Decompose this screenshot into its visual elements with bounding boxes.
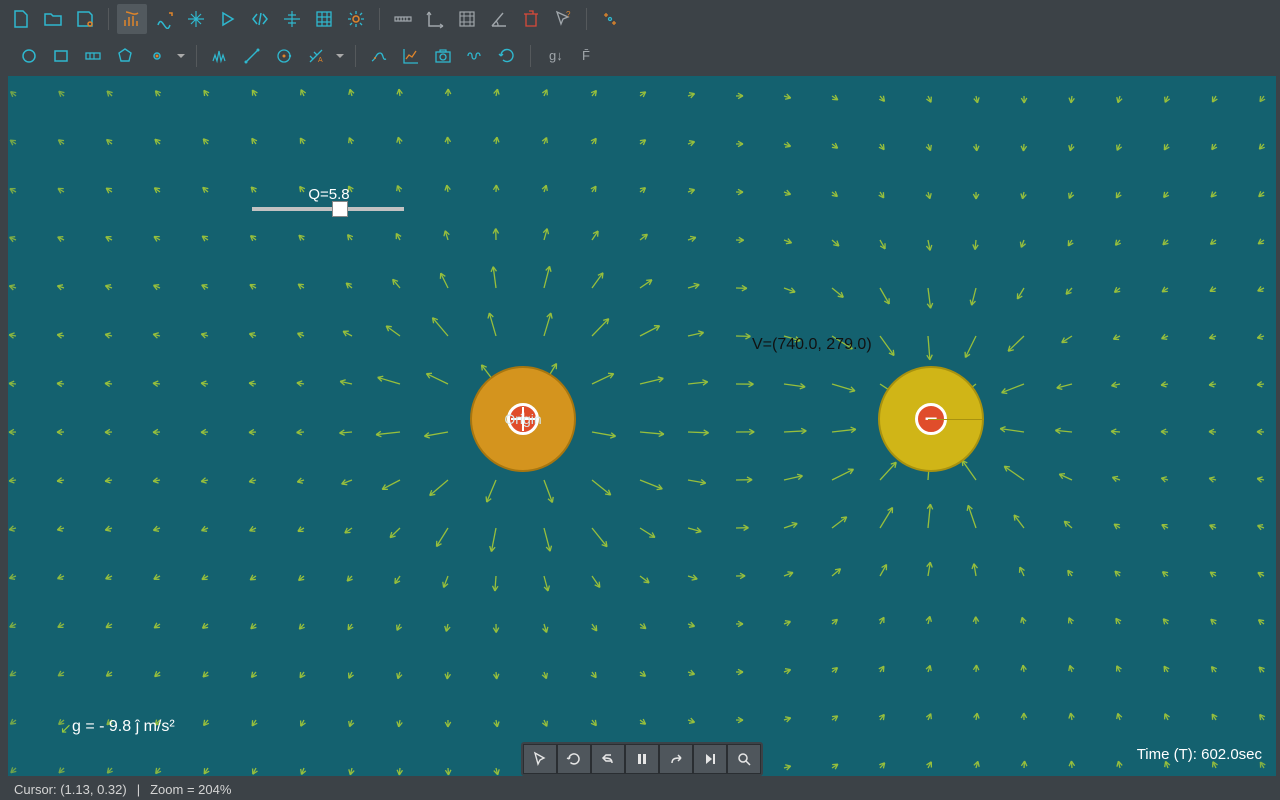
gravity-arrow-icon: ↙ — [60, 720, 72, 737]
camera-tool-icon[interactable] — [428, 41, 458, 71]
vector-field — [8, 76, 1276, 776]
orbit-tool-icon[interactable] — [269, 41, 299, 71]
trace-tool-icon[interactable] — [364, 41, 394, 71]
cursor-position: Cursor: (1.13, 0.32) — [14, 782, 127, 797]
rectangle-tool-icon[interactable] — [46, 41, 76, 71]
vector-field-icon[interactable] — [117, 4, 147, 34]
open-file-icon[interactable] — [38, 4, 68, 34]
rotate-tool-icon[interactable] — [492, 41, 522, 71]
pointer-help-icon[interactable]: ? — [548, 4, 578, 34]
save-file-icon[interactable] — [70, 4, 100, 34]
svg-text:F̄: F̄ — [582, 48, 590, 63]
redo-button[interactable] — [659, 744, 693, 774]
function-icon[interactable] — [149, 4, 179, 34]
slider-label: Q=5.8 — [254, 186, 404, 203]
axis-indicator — [928, 419, 984, 420]
reset-button[interactable] — [557, 744, 591, 774]
code-icon[interactable] — [245, 4, 275, 34]
undo-button[interactable] — [591, 744, 625, 774]
zoom-button[interactable] — [727, 744, 761, 774]
svg-text:A: A — [318, 57, 323, 64]
pointer-button[interactable] — [523, 744, 557, 774]
toolbar-main: ? — [0, 0, 1280, 38]
pause-button[interactable] — [625, 744, 659, 774]
effects-icon[interactable] — [595, 4, 625, 34]
alignment-icon[interactable] — [181, 4, 211, 34]
polygon-tool-icon[interactable] — [110, 41, 140, 71]
ruler-h-icon[interactable] — [388, 4, 418, 34]
force-f-icon[interactable]: F̄ — [571, 41, 601, 71]
gravity-g-icon[interactable]: g↓ — [539, 41, 569, 71]
dropdown-arrow-icon[interactable] — [174, 41, 188, 71]
toolbar-shapes: A g↓ F̄ — [0, 38, 1280, 74]
status-separator: | — [137, 782, 140, 797]
separator — [196, 45, 197, 67]
step-forward-button[interactable] — [693, 744, 727, 774]
play-icon[interactable] — [213, 4, 243, 34]
wall-tool-icon[interactable] — [78, 41, 108, 71]
slider-thumb[interactable] — [332, 201, 348, 217]
table-icon[interactable] — [309, 4, 339, 34]
simulation-canvas[interactable]: Q=5.8 + Origin − V=(740.0, 279.0) ↙ g = … — [8, 76, 1276, 776]
time-label: Time (T): 602.0sec — [1137, 746, 1262, 763]
delete-icon[interactable] — [516, 4, 546, 34]
svg-text:?: ? — [566, 10, 571, 19]
playback-controls — [521, 742, 763, 776]
separator — [355, 45, 356, 67]
spring-tool-icon[interactable] — [205, 41, 235, 71]
snap-icon[interactable] — [277, 4, 307, 34]
separator — [530, 45, 531, 67]
circle-tool-icon[interactable] — [14, 41, 44, 71]
measure-tool-icon[interactable]: A — [301, 41, 331, 71]
dropdown-arrow-icon[interactable] — [333, 41, 347, 71]
vector-value-label: V=(740.0, 279.0) — [752, 336, 872, 354]
separator — [586, 8, 587, 30]
new-file-icon[interactable] — [6, 4, 36, 34]
settings-gear-icon[interactable] — [341, 4, 371, 34]
graph-tool-icon[interactable] — [396, 41, 426, 71]
status-bar: Cursor: (1.13, 0.32) | Zoom = 204% — [0, 778, 1280, 800]
separator — [108, 8, 109, 30]
grid-icon[interactable] — [452, 4, 482, 34]
slider-track[interactable] — [252, 207, 404, 211]
origin-cross-icon — [511, 407, 535, 431]
svg-text:g↓: g↓ — [549, 48, 563, 63]
line-tool-icon[interactable] — [237, 41, 267, 71]
point-tool-icon[interactable] — [142, 41, 172, 71]
separator — [379, 8, 380, 30]
charge-slider[interactable]: Q=5.8 — [252, 186, 404, 211]
zoom-level: Zoom = 204% — [150, 782, 231, 797]
positive-charge[interactable]: + Origin — [470, 366, 576, 472]
path-tool-icon[interactable] — [460, 41, 490, 71]
gravity-label: g = - 9.8 ĵ m/s² — [72, 718, 175, 736]
angle-icon[interactable] — [484, 4, 514, 34]
axes-icon[interactable] — [420, 4, 450, 34]
